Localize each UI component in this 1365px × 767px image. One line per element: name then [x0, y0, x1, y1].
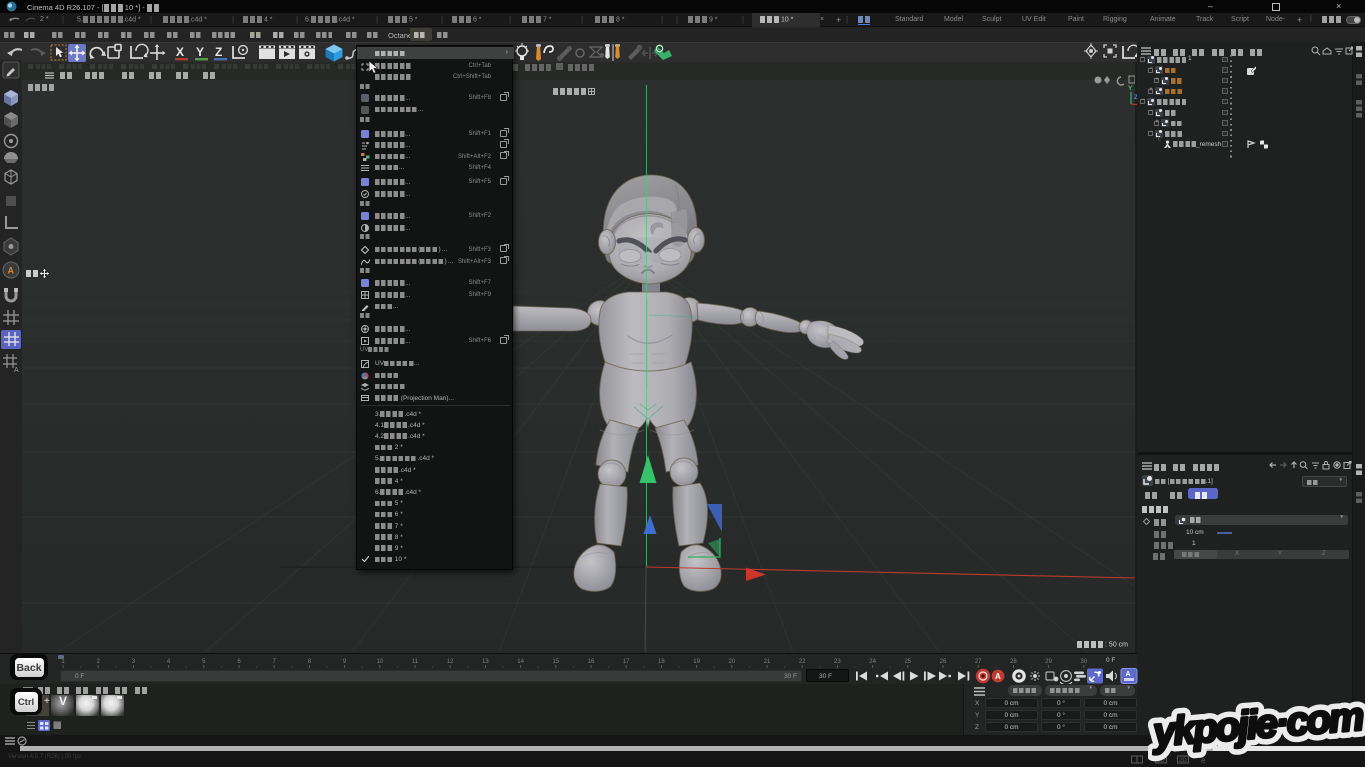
svg-text:20: 20	[728, 659, 735, 665]
svg-text:8: 8	[308, 659, 312, 665]
svg-text:14: 14	[517, 659, 524, 665]
svg-text:23: 23	[834, 659, 841, 665]
svg-text:A: A	[995, 672, 1001, 681]
svg-text:9: 9	[343, 659, 347, 665]
svg-text:2: 2	[97, 659, 101, 665]
svg-text:A: A	[1126, 671, 1131, 678]
svg-text:ykpojie·com: ykpojie·com	[1150, 695, 1365, 755]
svg-text:11: 11	[412, 659, 419, 665]
svg-text:4: 4	[167, 659, 171, 665]
svg-text:21: 21	[764, 659, 771, 665]
svg-text:16: 16	[588, 659, 595, 665]
svg-text:26: 26	[940, 659, 947, 665]
svg-text:29: 29	[1045, 659, 1052, 665]
svg-text:30: 30	[1080, 659, 1087, 665]
svg-text:17: 17	[623, 659, 630, 665]
svg-text:10: 10	[376, 659, 383, 665]
svg-text:15: 15	[552, 659, 559, 665]
svg-text:24: 24	[869, 659, 876, 665]
svg-text:19: 19	[693, 659, 700, 665]
svg-text:A: A	[8, 266, 15, 276]
svg-text:1: 1	[61, 659, 65, 665]
svg-text:Y: Y	[1128, 85, 1133, 92]
svg-text:5: 5	[202, 659, 206, 665]
svg-text:12: 12	[447, 659, 454, 665]
svg-text:6: 6	[237, 659, 241, 665]
svg-text:7: 7	[273, 659, 277, 665]
svg-text:28: 28	[1010, 659, 1017, 665]
svg-text:A: A	[14, 367, 19, 374]
svg-text:Z: Z	[215, 45, 222, 59]
svg-text:Y: Y	[196, 45, 204, 59]
svg-text:25: 25	[904, 659, 911, 665]
svg-text:X: X	[176, 45, 184, 59]
svg-text:27: 27	[975, 659, 982, 665]
svg-text:22: 22	[799, 659, 806, 665]
svg-text:3: 3	[132, 659, 136, 665]
svg-text:18: 18	[658, 659, 665, 665]
svg-text:13: 13	[482, 659, 489, 665]
